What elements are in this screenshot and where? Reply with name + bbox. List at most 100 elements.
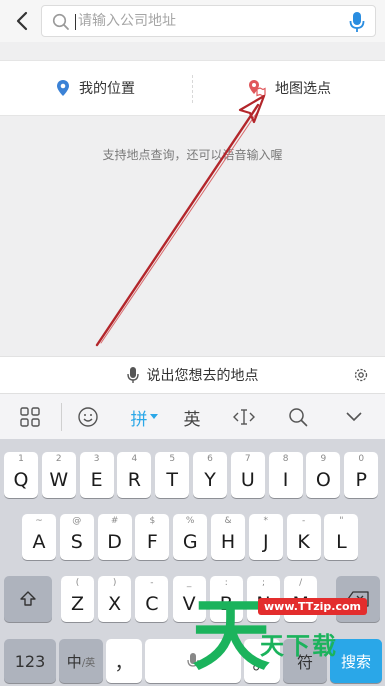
key-label: R (127, 469, 141, 491)
key-secondary-label: 3 (93, 454, 100, 464)
my-location-label: 我的位置 (79, 81, 135, 97)
text-cursor-icon (233, 409, 255, 425)
letter-key[interactable]: ) X (98, 576, 132, 622)
key-secondary-label: 8 (282, 454, 289, 464)
keyboard-toolbar: 拼 英 (0, 393, 385, 439)
top-bar (0, 0, 385, 42)
letter-key[interactable]: 2W (41, 452, 76, 498)
key-label: C (145, 593, 159, 615)
key-secondary-label: % (185, 516, 195, 526)
key-secondary-label: " (339, 516, 344, 526)
english-label: 英 (183, 409, 201, 430)
location-pin-icon (57, 80, 69, 96)
location-options: 我的位置 地图选点 (0, 60, 385, 116)
key-secondary-label: 7 (244, 454, 251, 464)
key-secondary-label: 2 (55, 454, 62, 464)
key-label: Z (70, 593, 85, 615)
letter-key[interactable]: (Z (61, 576, 94, 622)
key-secondary-label: ( (75, 578, 80, 588)
key-secondary-label: 1 (18, 454, 24, 464)
letter-key[interactable]: & H (211, 514, 245, 560)
letter-key[interactable]: 0P (344, 452, 379, 498)
key-label: H (220, 531, 236, 553)
letter-key[interactable]: * J (248, 514, 283, 560)
key-label: W (49, 469, 69, 491)
key-label: X (108, 593, 122, 615)
number-mode-label: 123 (14, 651, 46, 671)
shift-key[interactable] (4, 576, 52, 622)
settings-gear-icon[interactable] (353, 367, 369, 383)
watermark-url: www.TTzip.com (258, 598, 367, 615)
letter-key[interactable]: 6Y (193, 452, 227, 498)
letter-key[interactable]: 4R (117, 452, 152, 498)
toolbar-separator (61, 403, 62, 431)
search-input[interactable] (78, 9, 328, 33)
pinyin-label: 拼 (130, 409, 148, 430)
letter-key[interactable]: # D (97, 514, 132, 560)
letter-key[interactable]: 7U (230, 452, 265, 498)
key-label: K (297, 531, 310, 553)
cursor-move-button[interactable] (228, 394, 260, 440)
language-main-label: 中 (66, 652, 82, 671)
search-icon (52, 13, 69, 30)
english-mode-button[interactable]: 英 (176, 394, 208, 440)
chevron-down-icon (149, 414, 158, 419)
text-cursor (75, 14, 76, 30)
letter-key[interactable]: @ S (59, 514, 94, 560)
letter-key[interactable]: " L (324, 514, 359, 560)
key-label: A (32, 531, 46, 553)
letter-key[interactable]: % G (173, 514, 208, 560)
search-icon (289, 408, 308, 427)
language-sub-label: /英 (81, 657, 96, 669)
letter-key[interactable]: $ F (135, 514, 170, 560)
letter-key[interactable]: ~ A (22, 514, 56, 560)
collapse-keyboard-button[interactable] (338, 394, 370, 440)
shift-arrow-icon (20, 591, 36, 606)
voice-prompt-label: 说出您想去的地点 (146, 368, 259, 384)
map-pin-icon (249, 80, 266, 97)
letter-key[interactable]: 8I (268, 452, 303, 498)
key-label: D (107, 531, 122, 553)
letter-key[interactable]: 3E (79, 452, 114, 498)
map-pick-button[interactable]: 地图选点 (248, 61, 331, 115)
key-secondary-label: 5 (169, 454, 176, 464)
letter-key[interactable]: -C (135, 576, 169, 622)
comma-key[interactable]: ， (106, 639, 142, 683)
comma-label: ， (114, 651, 134, 674)
apps-grid-button[interactable] (14, 394, 46, 440)
back-button[interactable] (8, 6, 36, 36)
hint-text: 支持地点查询，还可以语音输入喔 (102, 148, 283, 162)
key-secondary-label: * (263, 516, 269, 526)
my-location-button[interactable]: 我的位置 (56, 61, 135, 115)
letter-key[interactable]: 1Q (4, 452, 38, 498)
key-label: Y (204, 469, 216, 491)
key-label: J (262, 531, 269, 553)
key-label: S (70, 531, 83, 553)
emoji-button[interactable] (72, 394, 104, 440)
watermark-logo: 天 www.TTzip.com 天下载 (182, 586, 385, 686)
number-mode-key[interactable]: 123 (4, 639, 56, 683)
language-switch-key[interactable]: 中/英 (59, 639, 103, 683)
key-label: U (240, 469, 255, 491)
grid-icon (20, 407, 40, 427)
key-label: L (336, 531, 347, 553)
key-secondary-label: 9 (320, 454, 327, 464)
chevron-down-icon (346, 412, 362, 422)
key-secondary-label: - (301, 516, 306, 526)
watermark-text: 天下载 (260, 632, 338, 660)
pinyin-mode-button[interactable]: 拼 (124, 394, 164, 440)
key-label: Q (13, 469, 29, 491)
search-box[interactable] (41, 5, 376, 37)
key-label: T (166, 469, 178, 491)
letter-key[interactable]: 5T (155, 452, 190, 498)
key-label: I (282, 469, 289, 491)
key-label: F (146, 531, 158, 553)
search-button[interactable] (282, 394, 314, 440)
voice-input-bar[interactable]: 说出您想去的地点 (0, 356, 385, 393)
letter-key[interactable]: 9O (306, 452, 341, 498)
key-label: O (315, 469, 331, 491)
key-secondary-label: & (224, 516, 232, 526)
smiley-icon (78, 407, 98, 427)
letter-key[interactable]: -K (286, 514, 321, 560)
microphone-icon[interactable] (349, 11, 365, 33)
